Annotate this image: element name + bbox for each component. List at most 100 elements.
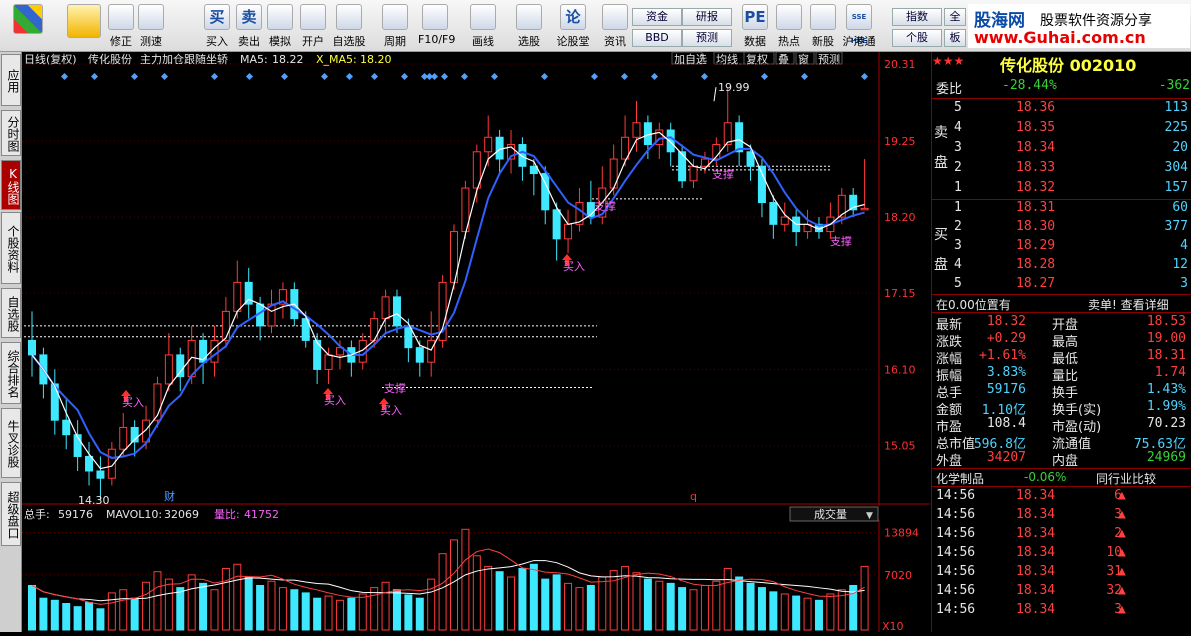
signal-diamond-icon (90, 72, 99, 81)
clock-button[interactable]: 周期 (378, 2, 412, 50)
ask-level: 2 (954, 160, 962, 175)
signal-diamond-icon (460, 72, 469, 81)
individual-button[interactable]: 个股 (892, 29, 942, 47)
sidetab-6[interactable]: 牛叉诊股 (1, 408, 21, 478)
research-button[interactable]: 研报 (682, 8, 732, 26)
buy-signal-label: 买入 (122, 396, 144, 409)
ask-volume: 20 (1172, 140, 1188, 155)
pen-button[interactable]: 画线 (466, 2, 500, 50)
toolbar-label: 开户 (302, 35, 324, 48)
finance-marker: 财 (164, 489, 175, 503)
forecast-button[interactable]: 预测 (682, 29, 732, 47)
lock-button[interactable]: 开户 (296, 2, 330, 50)
ask-row[interactable]: 1 18.32 157 (932, 180, 1188, 198)
candle (392, 296, 401, 327)
newstock-button[interactable]: 新股 (806, 2, 840, 50)
back-arrow-button[interactable] (60, 2, 108, 50)
tick-time: 14:56 (936, 507, 976, 522)
volume-bar (700, 584, 709, 631)
brand-url: www.Guhai.com.cn (974, 28, 1146, 47)
sidetab-5[interactable]: 综合排名 (1, 342, 21, 404)
star-button[interactable]: 自选股 (332, 2, 366, 50)
fire-button[interactable]: 热点 (772, 2, 806, 50)
ask-volume: 113 (1164, 100, 1188, 115)
price-tick-label: 15.05 (884, 440, 916, 453)
volume-bar (632, 572, 641, 631)
speed-button[interactable]: 测速 (134, 2, 168, 50)
home-button[interactable] (4, 2, 52, 50)
index-button[interactable]: 指数 (892, 8, 942, 26)
buy-side-label: 买盘 (934, 227, 948, 273)
hk-button[interactable]: SSE HKE 沪港通 (842, 2, 876, 50)
volume-bar (518, 568, 527, 631)
filter-button[interactable]: 选股 (512, 2, 546, 50)
volume-ratio-label: 量比: (214, 508, 240, 521)
toolbar-label: 模拟 (269, 35, 291, 48)
all-button[interactable]: 全 (944, 8, 966, 26)
buy-button[interactable]: 买买入 (200, 2, 234, 50)
forum-button[interactable]: 论论股堂 (556, 2, 590, 50)
low-price-label: 14.30 (78, 494, 110, 507)
fund-button[interactable]: 资金 (632, 8, 682, 26)
chart-header-button-label: 叠 (778, 53, 789, 66)
bid-row[interactable]: 5 18.27 3 (932, 276, 1188, 294)
chevron-down-icon: ▼ (866, 511, 873, 521)
forum-icon: 论 (560, 4, 586, 30)
signal-diamond-icon (430, 72, 439, 81)
sell-detail-link[interactable]: 卖单! 查看详细 (1088, 296, 1169, 313)
stat-value: 1.74 (1154, 365, 1186, 380)
volume-bar (370, 587, 379, 631)
sell-button[interactable]: 卖卖出 (232, 2, 266, 50)
tick-time: 14:56 (936, 564, 976, 579)
support-label: 支撑 (830, 234, 852, 248)
volume-bar (609, 570, 618, 631)
weibi-row: 委比 -28.44% -362 (936, 78, 1190, 97)
volume-bar (655, 580, 664, 631)
bbd-button[interactable]: BBD (632, 29, 682, 47)
sidetab-0[interactable]: 应用 (1, 54, 21, 106)
sidetab-2[interactable]: K线图 (1, 160, 21, 210)
signal-diamond-icon (130, 72, 139, 81)
volume-bar (142, 581, 151, 631)
signal-diamond-icon (160, 72, 169, 81)
f10-button[interactable]: F10/F9 (418, 2, 455, 50)
board-button[interactable]: 板 (944, 29, 966, 47)
stat-value: 18.32 (986, 314, 1026, 329)
volume-bar (757, 587, 766, 631)
volume-bar (85, 601, 94, 631)
price-tick-label: 18.20 (884, 211, 916, 224)
stat-row: 涨跌 +0.29 最高 19.00 (932, 331, 1186, 350)
ask-price: 18.33 (1016, 160, 1056, 175)
volume-bar (73, 606, 82, 631)
kline-chart[interactable]: 日线(复权) 传化股份 主力加仓跟随坐轿 MA5: 18.22 X_MA5: 18.20 加自… (22, 51, 930, 633)
volume-bar (335, 599, 344, 631)
position-note: 在0.00位置有 (936, 298, 1011, 312)
sidetab-7[interactable]: 超级盘口 (1, 482, 21, 546)
bid-row[interactable]: 3 18.29 4 (932, 238, 1188, 256)
ask-row[interactable]: 2 18.33 304 (932, 160, 1188, 178)
stat-value: 19.00 (1146, 331, 1186, 346)
pe-button[interactable]: PE 数据 (738, 2, 772, 50)
stat-value: 1.99% (1146, 399, 1186, 414)
stock-title: 传化股份 002010 (1000, 56, 1137, 75)
bid-row[interactable]: 2 18.30 377 (932, 219, 1188, 237)
candle (324, 354, 333, 370)
sidetab-1[interactable]: 分时图 (1, 110, 21, 156)
volume-bar (712, 580, 721, 631)
candle (96, 470, 105, 479)
ask-row[interactable]: 3 18.34 20 (932, 140, 1188, 158)
bid-row[interactable]: 4 18.28 12 (932, 257, 1188, 275)
signal-diamond-icon (245, 72, 254, 81)
info-button[interactable]: 资讯 (598, 2, 632, 50)
ask-row[interactable]: 5 18.36 113 (932, 100, 1188, 118)
tick-time: 14:56 (936, 526, 976, 541)
candle (643, 122, 652, 146)
sidetab-3[interactable]: 个股资料 (1, 212, 21, 284)
hammer-button[interactable]: 模拟 (263, 2, 297, 50)
compare-link[interactable]: 同行业比较 (1096, 470, 1156, 487)
sidetab-4[interactable]: 自选股 (1, 288, 21, 338)
kline-chart-panel[interactable]: 日线(复权) 传化股份 主力加仓跟随坐轿 MA5: 18.22 X_MA5: 18.20 加自… (22, 51, 930, 633)
up-down-button[interactable]: 修正 (104, 2, 138, 50)
ask-row[interactable]: 4 18.35 225 (932, 120, 1188, 138)
bid-row[interactable]: 1 18.31 60 (932, 200, 1188, 218)
